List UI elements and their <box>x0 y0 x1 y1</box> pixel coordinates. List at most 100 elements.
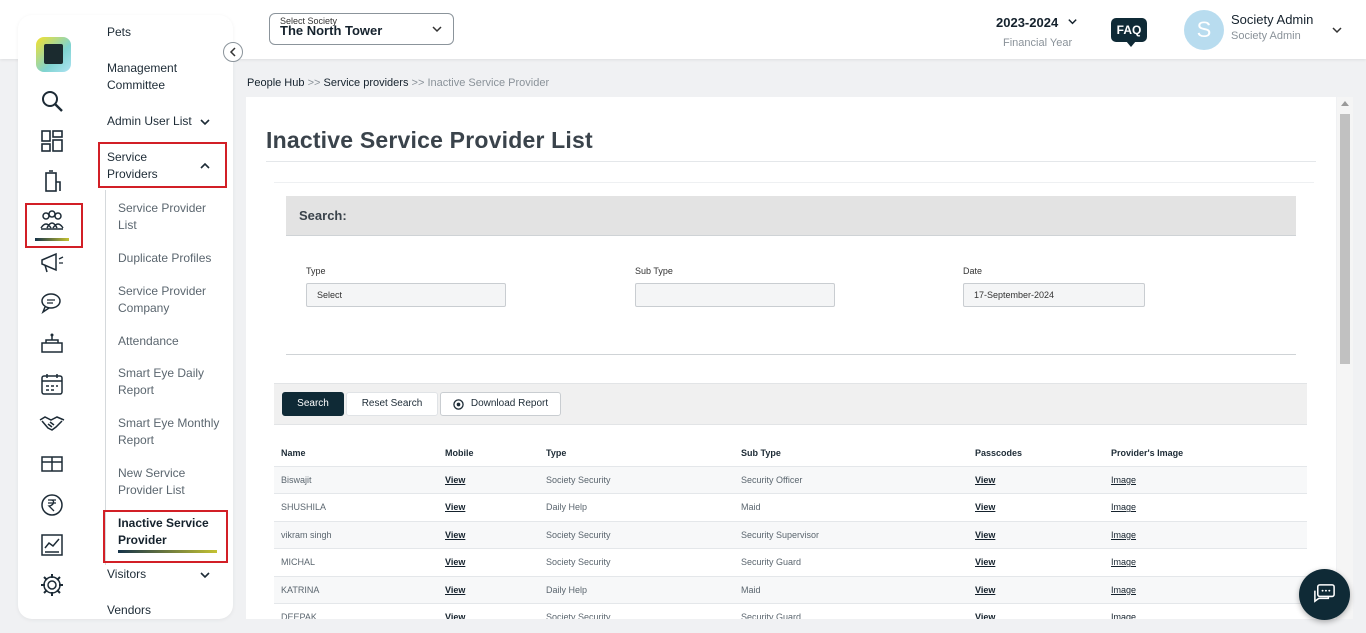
megaphone-icon[interactable] <box>39 250 65 276</box>
chat-icon[interactable] <box>39 290 65 316</box>
scroll-up-arrow[interactable] <box>1341 101 1349 106</box>
handshake-icon[interactable] <box>39 411 65 437</box>
view-passcodes-link[interactable]: View <box>968 521 1104 549</box>
breadcrumb: People Hub >> Service providers >> Inact… <box>247 77 549 89</box>
chevron-down-icon[interactable] <box>199 569 211 581</box>
view-passcodes-link[interactable]: View <box>968 548 1104 577</box>
sub-item-inactive-service-provider[interactable]: Inactive Service Provider <box>118 515 213 549</box>
report-icon[interactable] <box>39 532 65 558</box>
subtype-select[interactable] <box>635 283 835 307</box>
app-logo[interactable] <box>36 37 71 72</box>
chevron-down-icon[interactable] <box>199 116 211 128</box>
provider-table: Name Mobile Type Sub Type Passcodes Prov… <box>274 440 1307 619</box>
sub-item-duplicate-profiles[interactable]: Duplicate Profiles <box>118 250 211 267</box>
search-button[interactable]: Search <box>282 392 344 416</box>
reset-search-button[interactable]: Reset Search <box>346 392 438 416</box>
building-icon[interactable] <box>39 168 65 194</box>
col-header-type[interactable]: Type <box>539 440 734 467</box>
provider-image-link[interactable]: Image <box>1104 603 1307 619</box>
sub-item-new-service-provider-list[interactable]: New Service Provider List <box>118 465 208 499</box>
table-row: DEEPAK View Society Security Security Gu… <box>274 603 1307 619</box>
menu-item-pets[interactable]: Pets <box>107 24 131 41</box>
menu-item-vendors[interactable]: Vendors <box>107 602 151 619</box>
main-card: Inactive Service Provider List Search: T… <box>246 97 1336 619</box>
sub-item-service-provider-company[interactable]: Service Provider Company <box>118 283 213 317</box>
sub-item-smart-eye-daily-report[interactable]: Smart Eye Daily Report <box>118 365 213 399</box>
cell-type: Society Security <box>539 548 734 577</box>
view-mobile-link[interactable]: View <box>438 548 539 577</box>
view-passcodes-link[interactable]: View <box>968 493 1104 522</box>
cell-sub-type: Maid <box>734 493 968 522</box>
breadcrumb-separator: >> <box>411 77 425 89</box>
col-header-mobile[interactable]: Mobile <box>438 440 539 467</box>
search-icon[interactable] <box>39 88 65 114</box>
chevron-up-icon[interactable] <box>199 160 211 172</box>
col-header-passcodes[interactable]: Passcodes <box>968 440 1104 467</box>
sub-item-service-provider-list[interactable]: Service Provider List <box>118 200 213 234</box>
table-row: Biswajit View Society Security Security … <box>274 466 1307 494</box>
parcel-icon[interactable] <box>39 451 65 477</box>
chat-support-button[interactable] <box>1299 569 1350 620</box>
chevron-left-icon <box>229 47 236 57</box>
col-header-name[interactable]: Name <box>274 440 438 467</box>
view-mobile-link[interactable]: View <box>438 521 539 549</box>
breadcrumb-people-hub[interactable]: People Hub <box>247 77 305 89</box>
facility-icon[interactable] <box>39 331 65 357</box>
menu-item-admin-user-list[interactable]: Admin User List <box>107 113 192 130</box>
col-header-provider-image[interactable]: Provider's Image <box>1104 440 1307 467</box>
cell-type: Society Security <box>539 466 734 494</box>
provider-image-link[interactable]: Image <box>1104 521 1307 549</box>
menu-item-visitors[interactable]: Visitors <box>107 566 146 583</box>
type-select[interactable]: Select <box>306 283 506 307</box>
provider-image-link[interactable]: Image <box>1104 548 1307 577</box>
sub-item-smart-eye-monthly-report[interactable]: Smart Eye Monthly Report <box>118 415 223 449</box>
cell-type: Daily Help <box>539 576 734 604</box>
divider <box>266 161 1316 162</box>
faq-button[interactable]: FAQ <box>1111 18 1147 47</box>
breadcrumb-service-providers[interactable]: Service providers <box>323 77 408 89</box>
cell-type: Daily Help <box>539 493 734 522</box>
view-mobile-link[interactable]: View <box>438 493 539 522</box>
col-header-sub-type[interactable]: Sub Type <box>734 440 968 467</box>
gear-icon[interactable] <box>39 572 65 598</box>
user-name[interactable]: Society Admin <box>1231 12 1313 27</box>
provider-image-link[interactable]: Image <box>1104 493 1307 522</box>
sidebar-collapse-button[interactable] <box>223 42 243 62</box>
avatar[interactable]: S <box>1184 10 1224 50</box>
table-row: KATRINA View Daily Help Maid View Image <box>274 576 1307 604</box>
chevron-down-icon[interactable] <box>1067 16 1078 27</box>
cell-sub-type: Security Guard <box>734 548 968 577</box>
view-passcodes-link[interactable]: View <box>968 603 1104 619</box>
society-select[interactable]: Select Society The North Tower <box>269 13 454 45</box>
sub-item-attendance[interactable]: Attendance <box>118 333 179 350</box>
view-mobile-link[interactable]: View <box>438 466 539 494</box>
rupee-icon[interactable] <box>39 492 65 518</box>
people-hub-icon[interactable] <box>39 208 65 234</box>
dashboard-icon[interactable] <box>39 128 65 154</box>
type-label: Type <box>306 266 326 276</box>
financial-year-value[interactable]: 2023-2024 <box>996 15 1058 30</box>
menu-item-service-providers[interactable]: Service Providers <box>107 149 177 183</box>
divider <box>274 182 1314 183</box>
calendar-icon[interactable] <box>39 371 65 397</box>
page-scrollbar[interactable] <box>1337 97 1353 619</box>
cell-name: KATRINA <box>274 576 438 604</box>
view-mobile-link[interactable]: View <box>438 576 539 604</box>
scrollbar-thumb[interactable] <box>1340 114 1350 364</box>
download-report-button[interactable]: Download Report <box>440 392 561 416</box>
date-input[interactable]: 17-September-2024 <box>963 283 1145 307</box>
cell-name: Biswajit <box>274 466 438 494</box>
menu-item-management-committee[interactable]: Management Committee <box>107 60 197 94</box>
user-role: Society Admin <box>1231 30 1301 42</box>
view-passcodes-link[interactable]: View <box>968 466 1104 494</box>
provider-image-link[interactable]: Image <box>1104 466 1307 494</box>
subtype-label: Sub Type <box>635 266 673 276</box>
provider-image-link[interactable]: Image <box>1104 576 1307 604</box>
view-mobile-link[interactable]: View <box>438 603 539 619</box>
cell-name: vikram singh <box>274 521 438 549</box>
financial-year-caption: Financial Year <box>1003 37 1073 49</box>
cell-name: DEEPAK <box>274 603 438 619</box>
action-bar: Search Reset Search Download Report <box>274 383 1307 425</box>
view-passcodes-link[interactable]: View <box>968 576 1104 604</box>
chevron-down-icon[interactable] <box>1331 24 1343 36</box>
